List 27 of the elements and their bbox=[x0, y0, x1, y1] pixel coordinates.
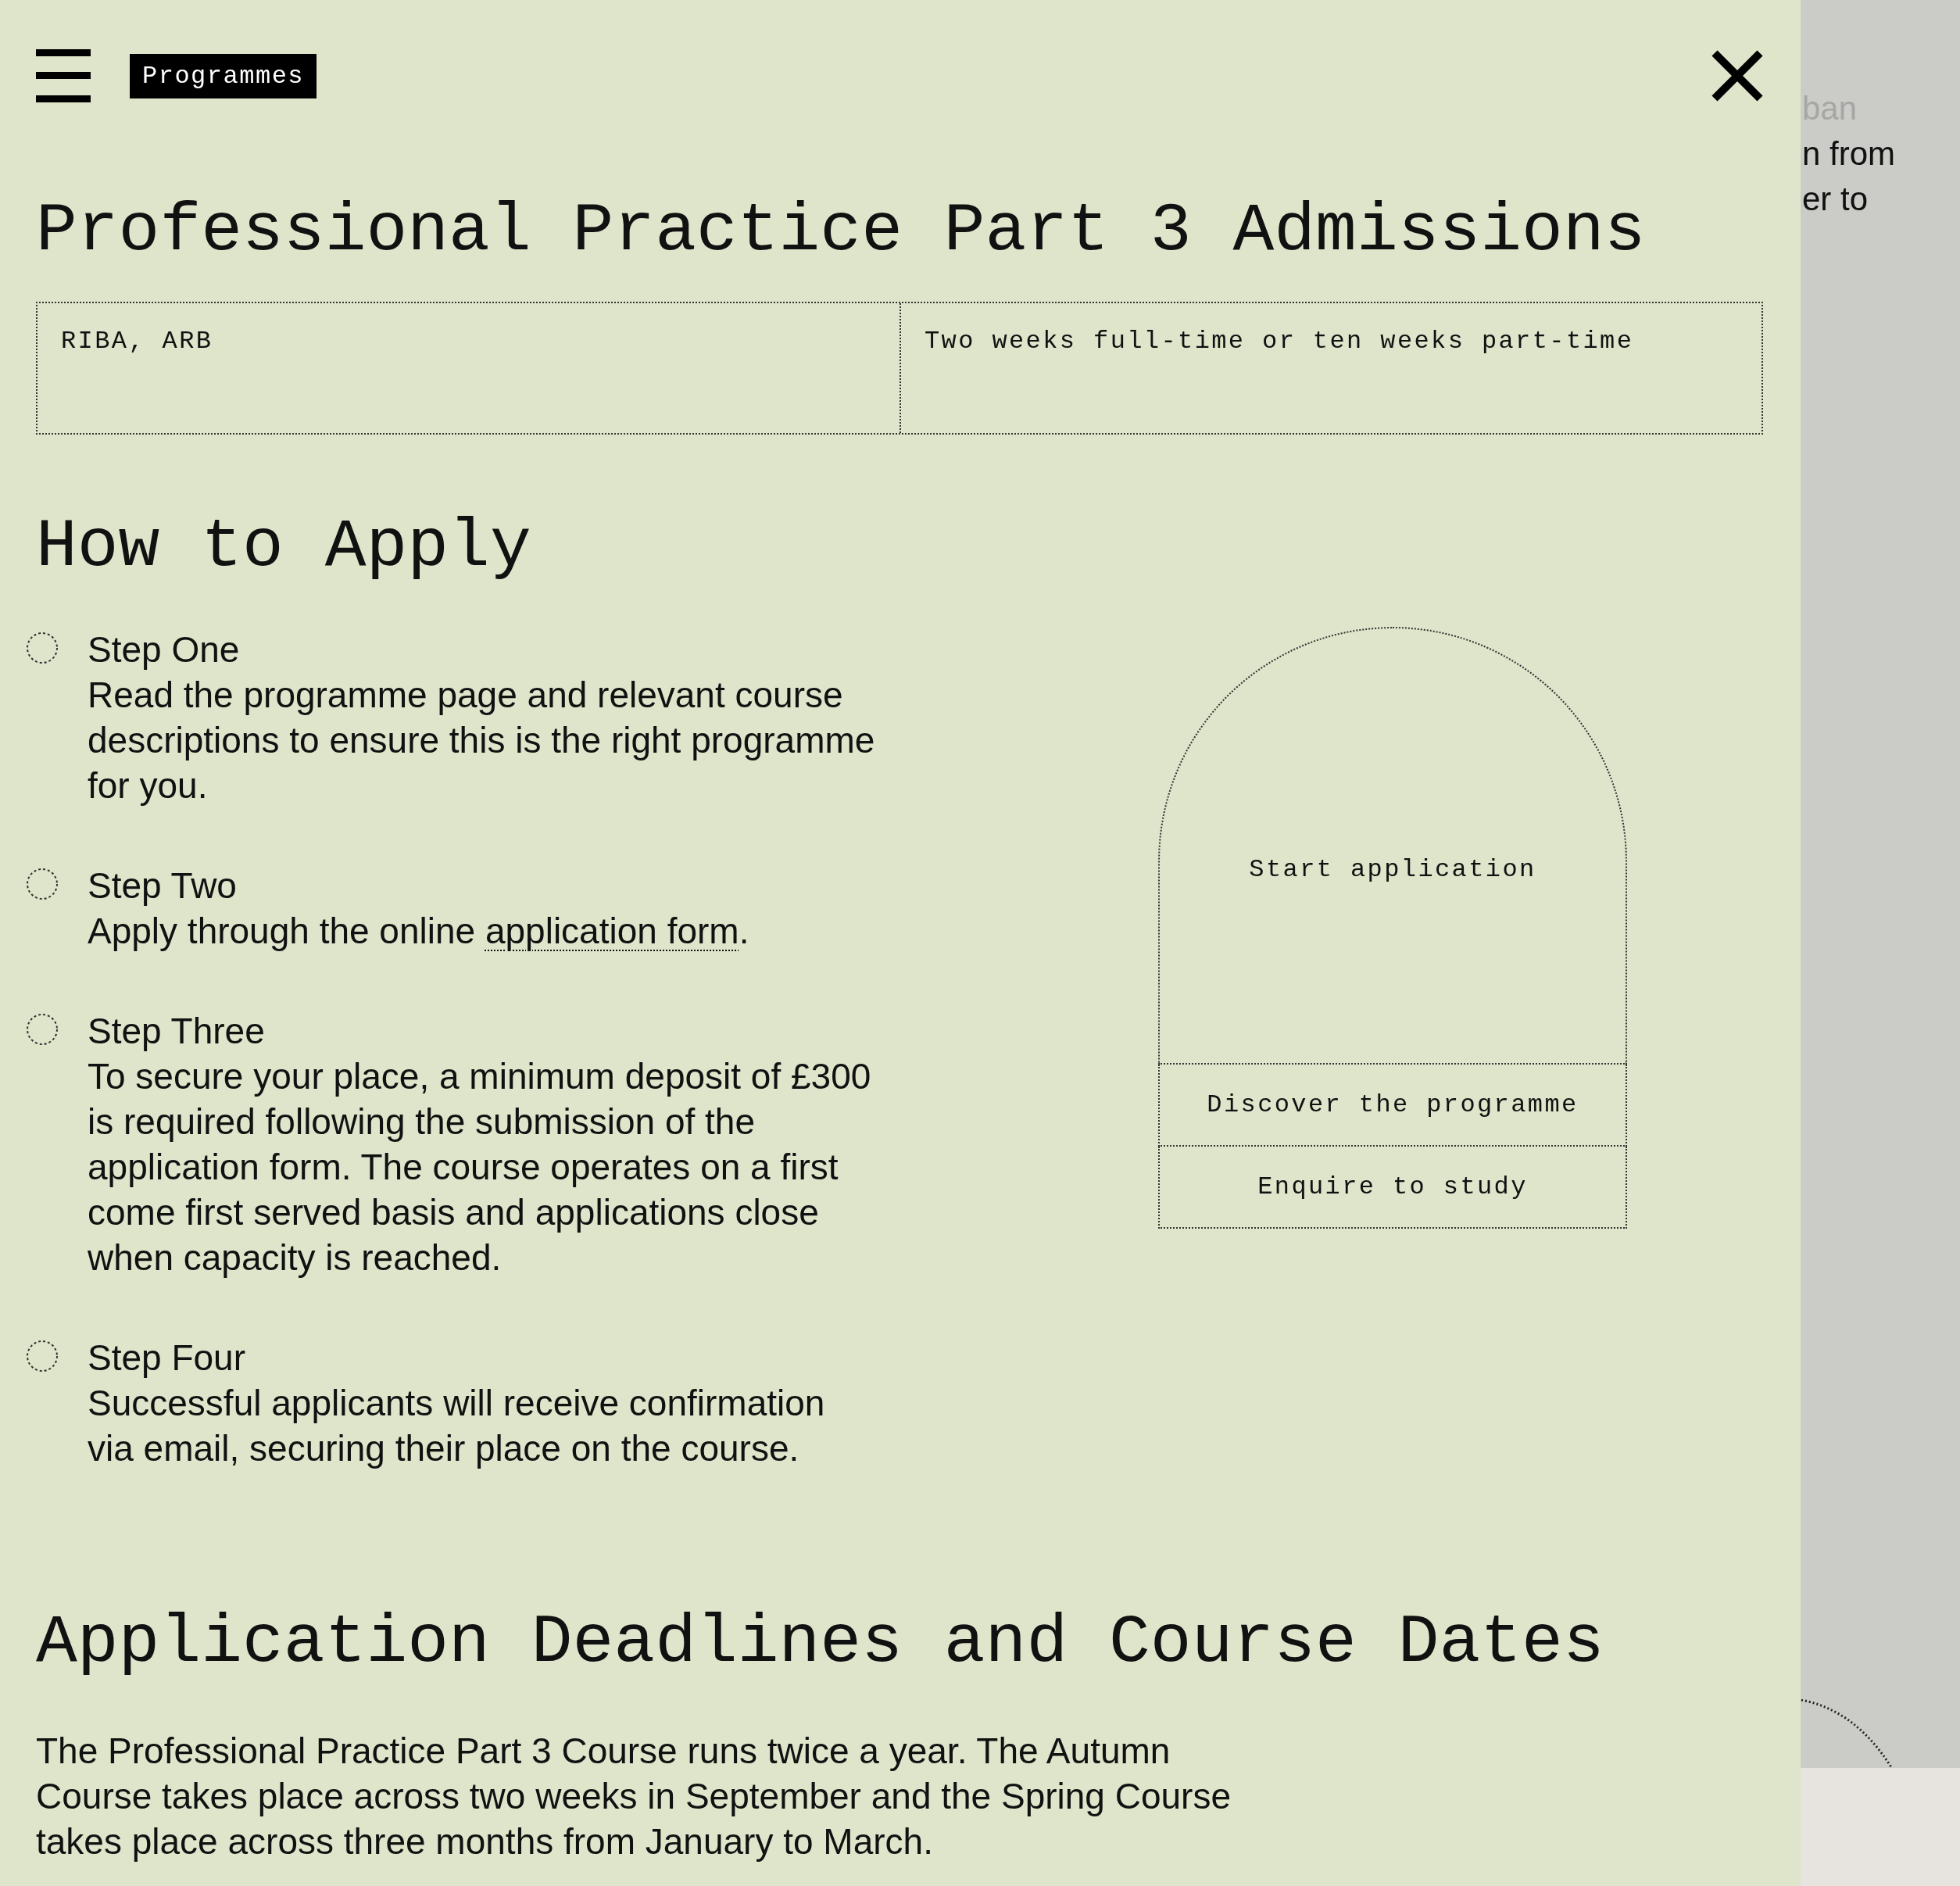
section-heading: How to Apply bbox=[36, 513, 531, 582]
step-title: Step Three bbox=[88, 1010, 265, 1053]
start-application-button[interactable]: Start application bbox=[1158, 627, 1627, 1065]
step-title: Step Two bbox=[88, 864, 237, 907]
section-heading: Application Deadlines and Course Dates bbox=[36, 1609, 1604, 1677]
page-title: Professional Practice Part 3 Admissions bbox=[36, 197, 1646, 266]
step-title: Step Four bbox=[88, 1337, 245, 1380]
menu-icon[interactable] bbox=[36, 49, 91, 102]
step-description: Successful applicants will receive confirmation via email, securing their place on the course. bbox=[88, 1382, 826, 1470]
programmes-label[interactable]: Programmes bbox=[130, 53, 317, 98]
info-cell-text: RIBA, ARB bbox=[60, 326, 214, 357]
step-description: Apply through the online application form. bbox=[88, 910, 750, 953]
action-button[interactable]: Enquire to study bbox=[1158, 1147, 1627, 1229]
step-marker-icon bbox=[26, 868, 59, 900]
action-button[interactable]: Discover the programme bbox=[1158, 1065, 1627, 1147]
step-marker-icon bbox=[26, 632, 59, 664]
application-form-link[interactable]: application form bbox=[485, 911, 739, 951]
step-description: Read the programme page and relevant course descriptions to ensure this is the right programme for you. bbox=[88, 674, 876, 807]
step-marker-icon bbox=[26, 1013, 59, 1046]
step-title: Step One bbox=[88, 628, 240, 671]
step-marker-icon bbox=[26, 1340, 59, 1372]
step-description: To secure your place, a minimum deposit of £300 is required following the submission of the application form. The course operates on a first come first served basis and applications close when capacity is reached. bbox=[88, 1055, 872, 1279]
background-text: n from bbox=[1802, 134, 1896, 174]
background-text: er to bbox=[1802, 180, 1869, 219]
close-icon[interactable] bbox=[1710, 48, 1765, 103]
info-cell: Two weeks full-time or ten weeks part-time bbox=[900, 303, 1761, 433]
course-dates-paragraph: The Professional Practice Part 3 Course runs twice a year. The Autumn Course takes place across two weeks in September and the Spring Course takes place across three months from January to March. bbox=[36, 1730, 1232, 1863]
